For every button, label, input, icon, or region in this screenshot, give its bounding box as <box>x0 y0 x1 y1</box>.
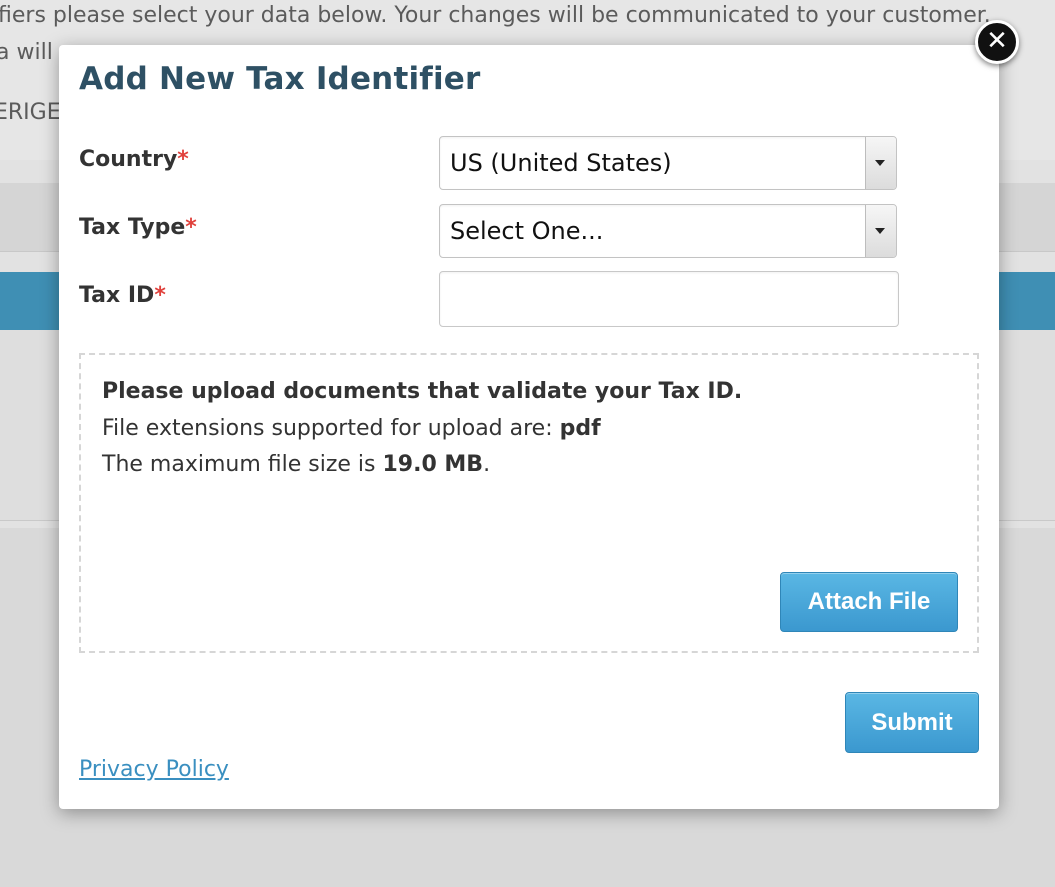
attach-file-button[interactable]: Attach File <box>780 572 958 632</box>
upload-size-value: 19.0 MB <box>382 452 484 477</box>
required-marker: * <box>185 215 197 240</box>
country-label-text: Country <box>79 147 178 172</box>
country-label: Country* <box>79 147 189 172</box>
chevron-down-icon <box>875 228 885 234</box>
required-marker: * <box>177 147 189 172</box>
chevron-down-icon <box>875 160 885 166</box>
tax-id-label-text: Tax ID <box>79 283 155 308</box>
upload-heading: Please upload documents that validate yo… <box>102 379 743 404</box>
tax-type-select[interactable]: Select One... <box>439 204 897 258</box>
country-select-value: US (United States) <box>450 149 672 177</box>
tax-type-label: Tax Type* <box>79 215 197 240</box>
submit-button[interactable]: Submit <box>845 692 979 753</box>
country-dropdown-button[interactable] <box>865 137 896 189</box>
upload-size-text: The maximum file size is 19.0 MB. <box>102 452 490 477</box>
background-instructions: fiers please select your data below. You… <box>0 3 991 28</box>
background-text-fragment: ERIGE <box>0 100 61 125</box>
tax-type-dropdown-button[interactable] <box>865 205 896 257</box>
upload-extensions-value: pdf <box>559 416 601 441</box>
tax-id-input[interactable] <box>439 271 899 327</box>
privacy-policy-link[interactable]: Privacy Policy <box>79 757 229 782</box>
tax-id-label: Tax ID* <box>79 283 166 308</box>
upload-size-prefix: The maximum file size is <box>102 452 383 477</box>
upload-extensions-text: File extensions supported for upload are… <box>102 416 601 441</box>
upload-drop-area[interactable]: Please upload documents that validate yo… <box>79 353 979 653</box>
required-marker: * <box>154 283 166 308</box>
country-select[interactable]: US (United States) <box>439 136 897 190</box>
background-text-fragment: a will <box>0 40 53 65</box>
tax-type-select-value: Select One... <box>450 217 604 245</box>
modal-title: Add New Tax Identifier <box>79 61 481 97</box>
close-icon[interactable]: ✕ <box>975 20 1019 64</box>
add-tax-identifier-modal: Add New Tax Identifier Country* US (Unit… <box>59 45 999 809</box>
tax-type-label-text: Tax Type <box>79 215 186 240</box>
upload-size-suffix: . <box>483 452 491 477</box>
upload-extensions-prefix: File extensions supported for upload are… <box>102 416 560 441</box>
